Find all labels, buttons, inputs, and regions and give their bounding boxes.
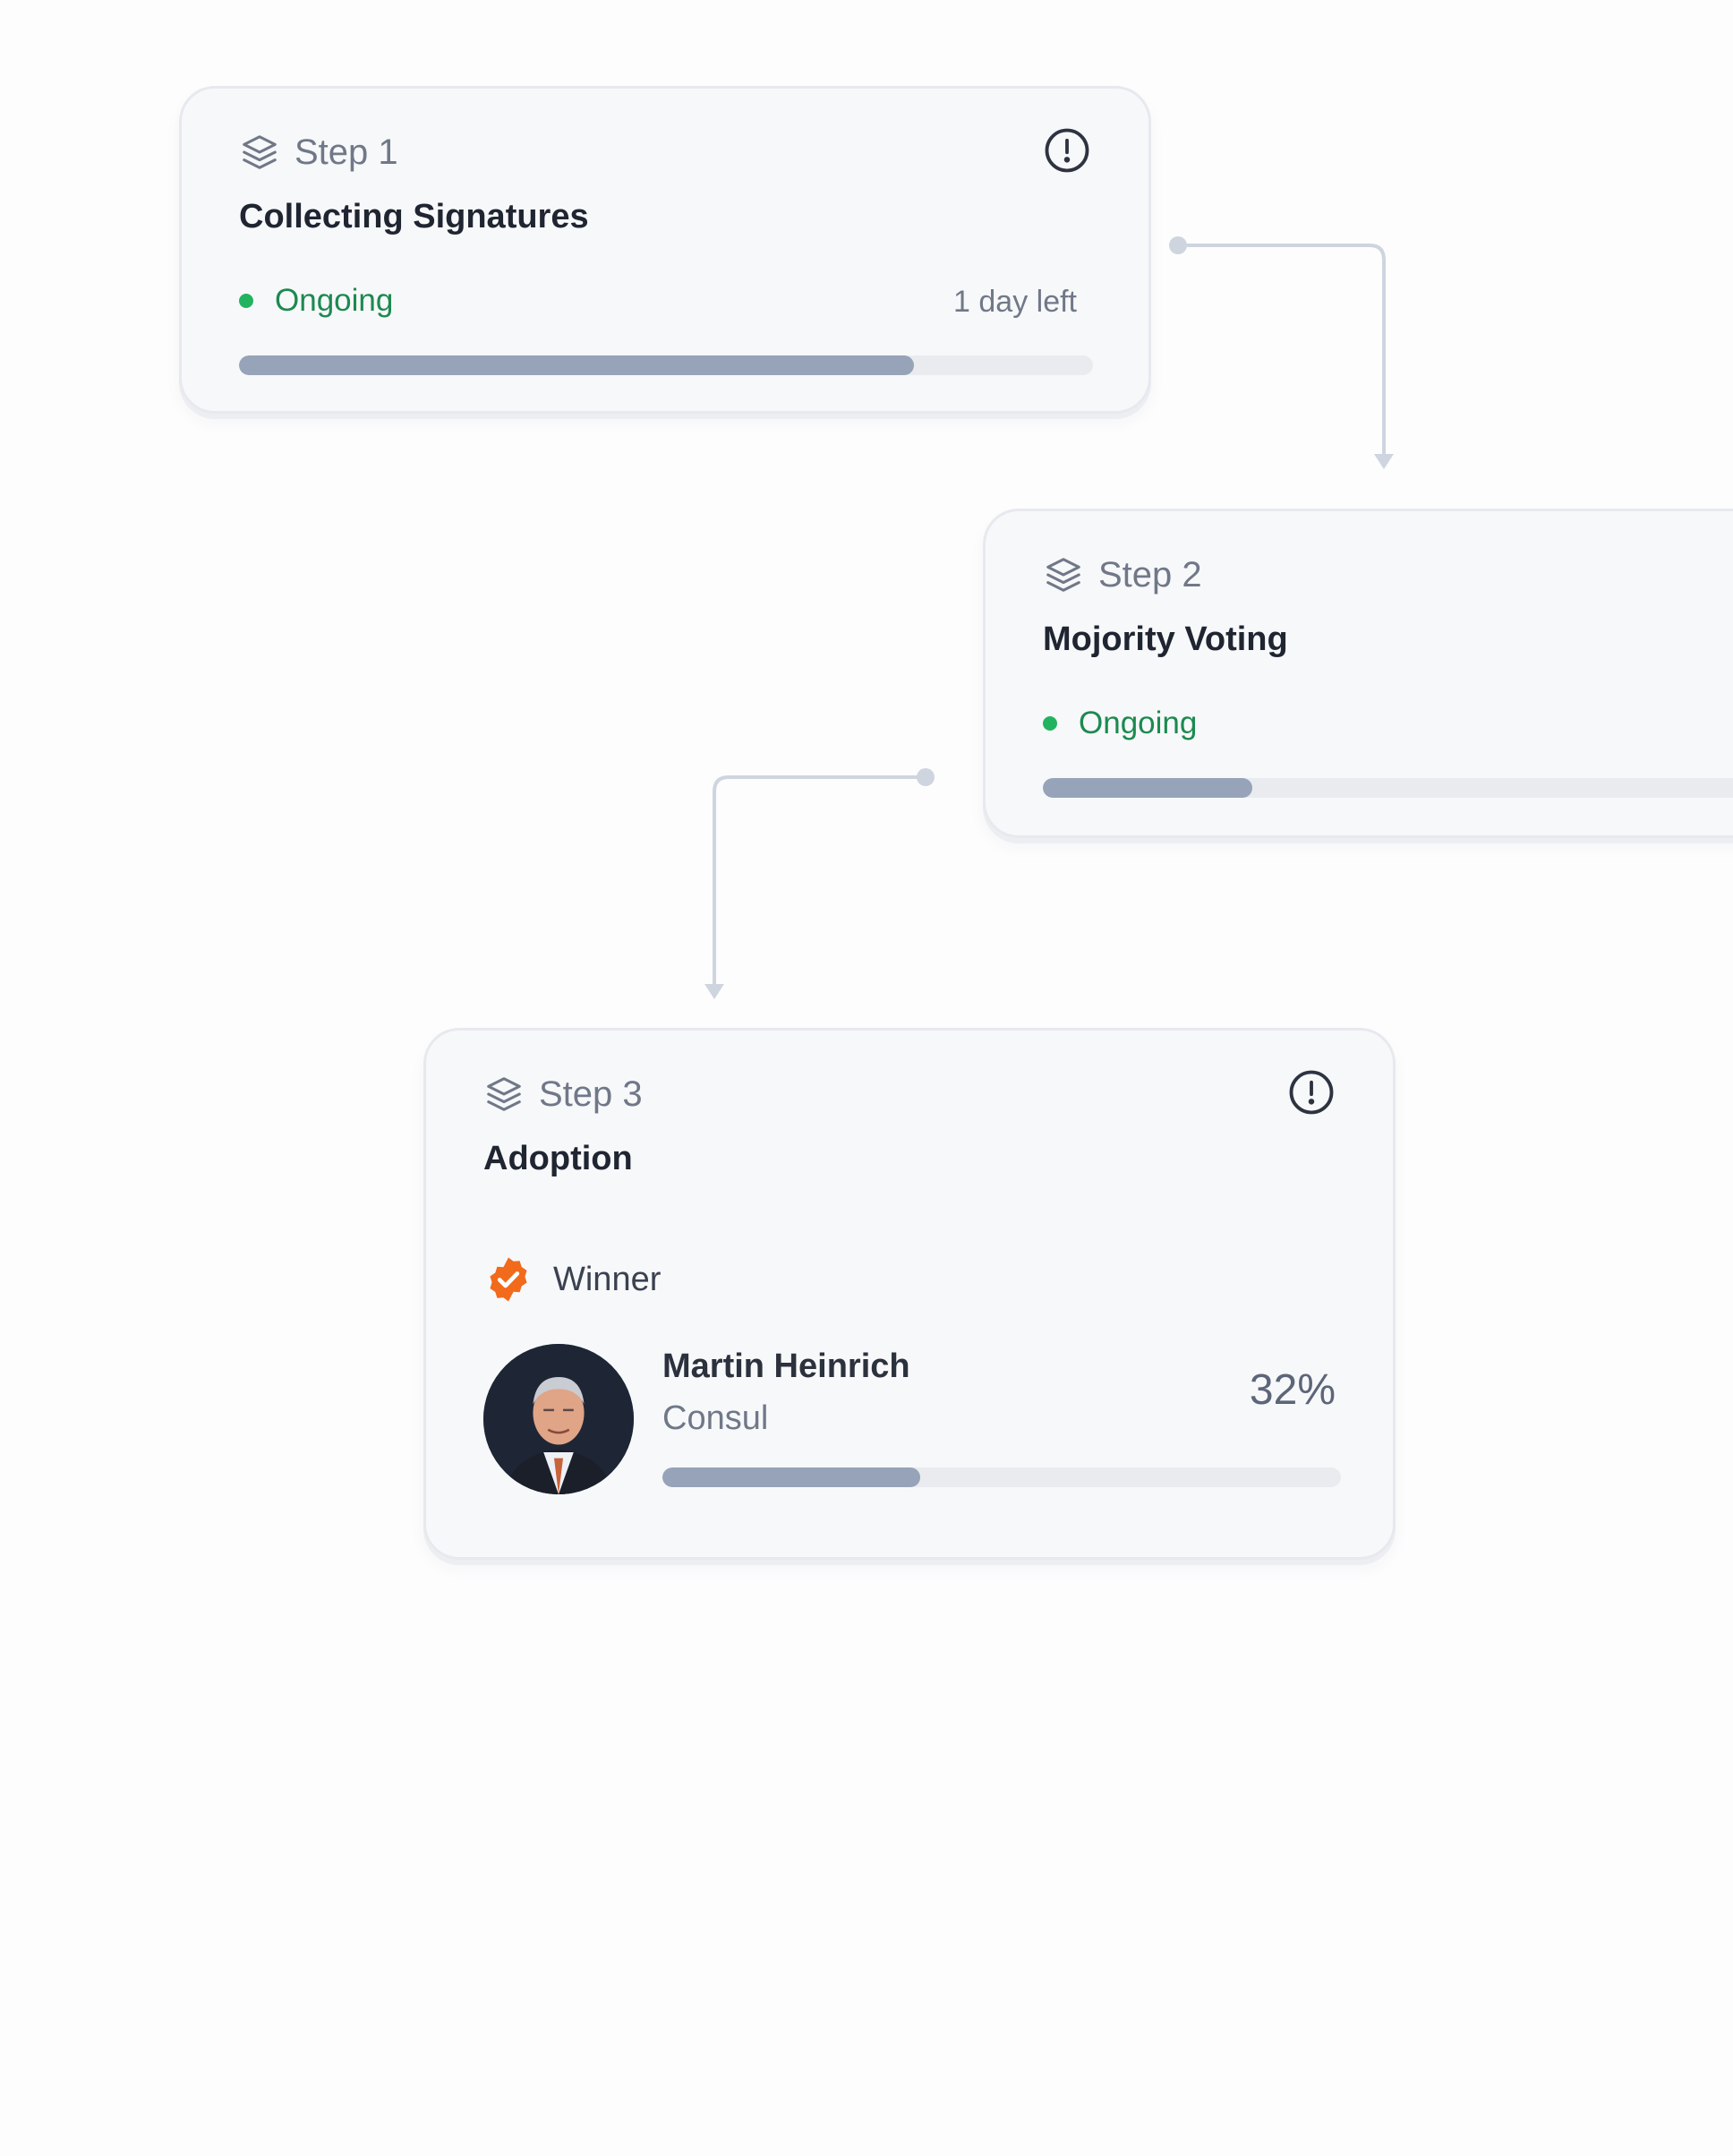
status-text: Ongoing <box>275 283 394 318</box>
step-title: Mojority Voting <box>1043 620 1288 658</box>
avatar <box>483 1344 634 1494</box>
progress-fill <box>239 355 914 375</box>
step-card-1[interactable]: Step 1 Collecting Signatures Ongoing 1 d… <box>179 86 1151 414</box>
step-card-2[interactable]: Step 2 Mojority Voting Ongoing <box>983 509 1733 838</box>
step-title: Collecting Signatures <box>239 198 589 235</box>
status-dot <box>1043 715 1057 731</box>
status-text: Ongoing <box>1079 706 1198 740</box>
exclamation-circle-icon[interactable] <box>1287 1068 1336 1116</box>
winner-label: Winner <box>553 1261 662 1298</box>
layers-icon <box>243 135 277 169</box>
step-header: Step 3 <box>483 1074 643 1115</box>
connector-step1-to-step2 <box>1169 236 1394 469</box>
candidate-percent: 32% <box>1249 1366 1336 1414</box>
step-card-3[interactable]: Step 3 Adoption Winner Martin Heinrich C… <box>423 1028 1396 1560</box>
progress-fill <box>1043 778 1253 798</box>
step-header: Step 1 <box>239 132 398 173</box>
step-label: Step 3 <box>539 1074 643 1114</box>
progress-fill <box>662 1467 921 1487</box>
step-label: Step 1 <box>295 133 398 172</box>
time-remaining: 1 day left <box>953 285 1077 319</box>
status-dot <box>239 293 253 308</box>
connector-step2-to-step3 <box>704 768 935 999</box>
step-title: Adoption <box>483 1140 633 1177</box>
candidate-role: Consul <box>662 1399 769 1437</box>
progress-bar <box>1043 778 1733 798</box>
progress-bar <box>239 355 1093 375</box>
status-indicator: Ongoing <box>1043 707 1197 739</box>
candidate-portrait <box>483 1344 634 1494</box>
workflow-canvas: Step 1 Collecting Signatures Ongoing 1 d… <box>0 0 1733 2156</box>
layers-icon <box>1046 558 1080 592</box>
step-label: Step 2 <box>1098 555 1202 595</box>
winner-heading: Winner <box>483 1254 661 1305</box>
layers-icon <box>487 1077 521 1111</box>
candidate-name: Martin Heinrich <box>662 1348 910 1385</box>
step-header: Step 2 <box>1043 554 1202 595</box>
candidate-progress-bar <box>662 1467 1341 1487</box>
verified-badge-icon <box>490 1257 527 1302</box>
status-indicator: Ongoing <box>239 285 393 316</box>
exclamation-circle-icon[interactable] <box>1043 126 1091 175</box>
